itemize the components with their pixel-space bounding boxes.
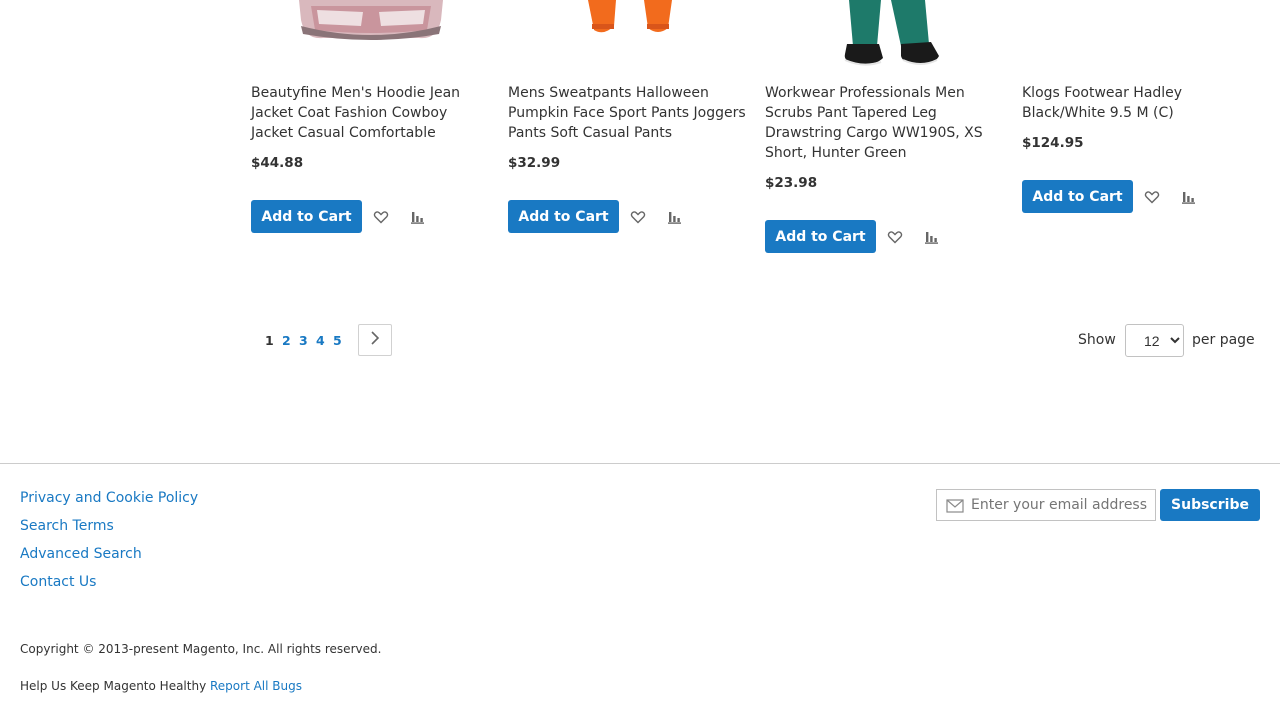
heart-icon[interactable] — [372, 208, 390, 226]
product-price: $23.98 — [765, 175, 818, 191]
report-bugs-link[interactable]: Report All Bugs — [210, 679, 302, 693]
newsletter-field — [936, 489, 1156, 521]
page-link-2[interactable]: 2 — [282, 333, 291, 348]
compare-icon[interactable] — [923, 228, 941, 246]
product-actions: Add to Cart — [1022, 180, 1262, 213]
footer-link-advanced-search[interactable]: Advanced Search — [20, 546, 142, 562]
page-link-3[interactable]: 3 — [299, 333, 308, 348]
limiter-show-label: Show — [1078, 332, 1116, 348]
product-image[interactable] — [765, 0, 1005, 70]
compare-icon[interactable] — [409, 208, 427, 226]
add-to-cart-button[interactable]: Add to Cart — [508, 200, 619, 233]
envelope-icon — [946, 498, 964, 517]
subscribe-button[interactable]: Subscribe — [1160, 489, 1260, 521]
product-name-link[interactable]: Klogs Footwear Hadley Black/White 9.5 M … — [1022, 83, 1262, 123]
add-to-cart-button[interactable]: Add to Cart — [1022, 180, 1133, 213]
product-image[interactable] — [508, 0, 748, 70]
product-price: $124.95 — [1022, 135, 1084, 151]
add-to-cart-button[interactable]: Add to Cart — [251, 200, 362, 233]
product-actions: Add to Cart — [508, 200, 748, 233]
product-price: $32.99 — [508, 155, 561, 171]
product-image[interactable] — [1022, 0, 1262, 70]
footer-divider — [0, 463, 1280, 464]
chevron-right-icon — [369, 330, 381, 350]
add-to-cart-button[interactable]: Add to Cart — [765, 220, 876, 253]
heart-icon[interactable] — [1143, 188, 1161, 206]
product-name-link[interactable]: Beautyfine Men's Hoodie Jean Jacket Coat… — [251, 83, 491, 143]
footer-link-contact[interactable]: Contact Us — [20, 574, 96, 590]
compare-icon[interactable] — [666, 208, 684, 226]
product-image[interactable] — [251, 0, 491, 70]
product-actions: Add to Cart — [251, 200, 491, 233]
footer-link-privacy[interactable]: Privacy and Cookie Policy — [20, 490, 198, 506]
product-price: $44.88 — [251, 155, 304, 171]
heart-icon[interactable] — [886, 228, 904, 246]
help-label: Help Us Keep Magento Healthy — [20, 679, 207, 693]
product-name-link[interactable]: Mens Sweatpants Halloween Pumpkin Face S… — [508, 83, 748, 143]
limiter-per-page-label: per page — [1192, 332, 1255, 348]
page-link-5[interactable]: 5 — [333, 333, 342, 348]
heart-icon[interactable] — [629, 208, 647, 226]
footer-link-search-terms[interactable]: Search Terms — [20, 518, 114, 534]
copyright-text: Copyright © 2013-present Magento, Inc. A… — [20, 642, 382, 656]
newsletter-email-input[interactable] — [971, 490, 1151, 520]
compare-icon[interactable] — [1180, 188, 1198, 206]
page-link-4[interactable]: 4 — [316, 333, 325, 348]
next-page-button[interactable] — [358, 324, 392, 356]
product-name-link[interactable]: Workwear Professionals Men Scrubs Pant T… — [765, 83, 1005, 163]
help-text: Help Us Keep Magento Healthy Report All … — [20, 679, 302, 693]
product-actions: Add to Cart — [765, 220, 1005, 253]
per-page-select[interactable]: 12 — [1125, 324, 1184, 357]
page-current: 1 — [265, 333, 274, 348]
